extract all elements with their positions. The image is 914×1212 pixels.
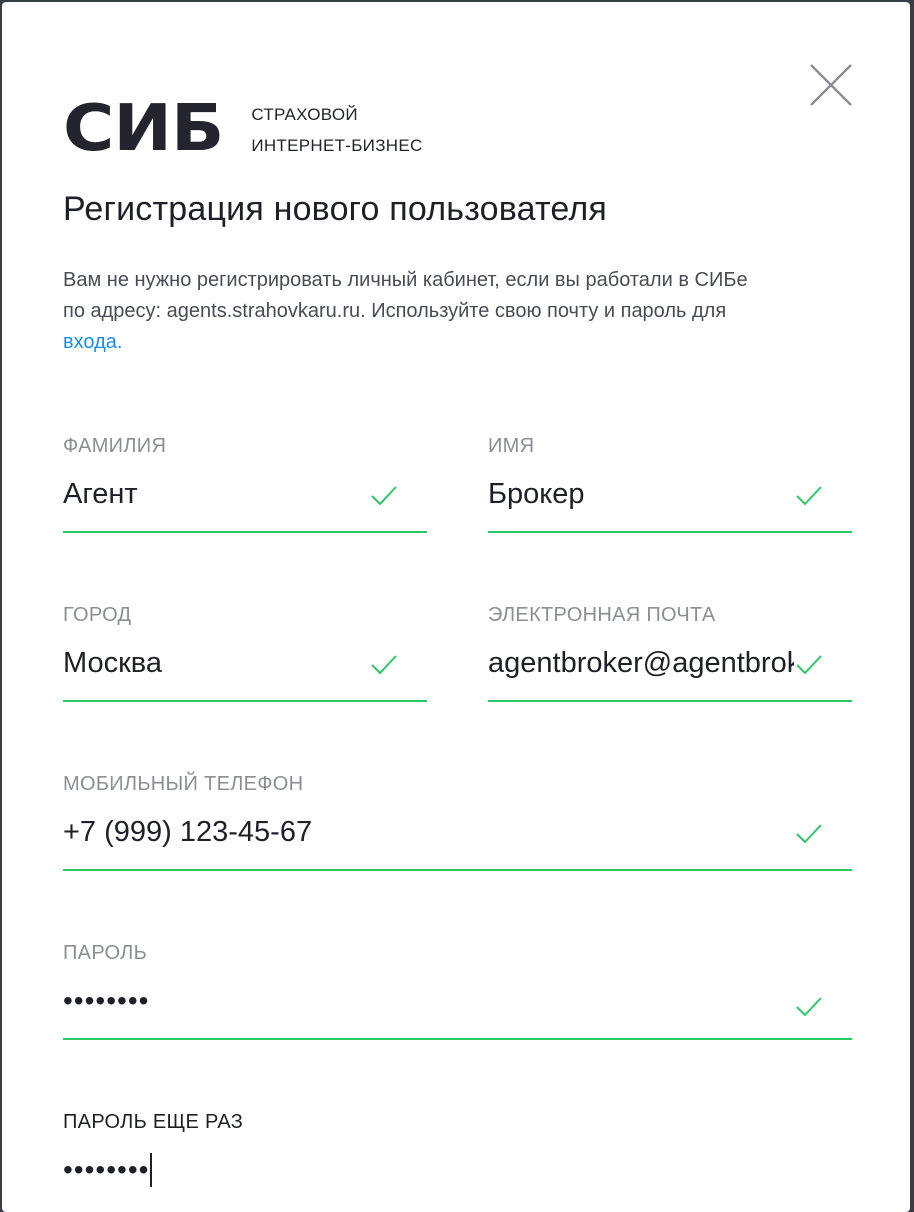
first-name-label: ИМЯ	[488, 435, 535, 457]
city-input[interactable]: Москва	[63, 644, 427, 702]
check-icon	[369, 483, 399, 509]
phone-value: +7 (999) 123-45-67	[63, 816, 313, 848]
password-label: ПАРОЛЬ	[63, 942, 147, 964]
logo-line-2: ИНТЕРНЕТ-БИЗНЕС	[251, 136, 423, 155]
notice-line-2: по адресу: agents.strahovkaru.ru. Исполь…	[63, 300, 727, 322]
text-caret	[150, 1153, 153, 1187]
check-icon	[369, 652, 399, 678]
check-icon	[794, 821, 824, 847]
city-value: Москва	[63, 647, 163, 679]
first-name-value: Брокер	[488, 478, 585, 510]
notice-line-1: Вам не нужно регистрировать личный кабин…	[63, 269, 748, 291]
logo-text: СТРАХОВОЙ ИНТЕРНЕТ-БИЗНЕС	[251, 99, 422, 161]
email-input[interactable]: agentbroker@agentbroker	[488, 644, 852, 702]
notice-text: Вам не нужно регистрировать личный кабин…	[63, 265, 863, 358]
email-value: agentbroker@agentbroker	[488, 647, 794, 679]
email-field: ЭЛЕКТРОННАЯ ПОЧТА agentbroker@agentbroke…	[488, 603, 852, 702]
check-icon	[794, 994, 824, 1020]
logo-mark: СИБ	[63, 90, 224, 166]
password-value: ••••••••	[63, 985, 150, 1016]
phone-label: МОБИЛЬНЫЙ ТЕЛЕФОН	[63, 773, 304, 795]
check-icon	[794, 652, 824, 678]
city-field: ГОРОД Москва	[63, 603, 427, 702]
last-name-value: Агент	[63, 478, 138, 510]
password-repeat-label: ПАРОЛЬ ЕЩЕ РАЗ	[63, 1111, 244, 1133]
email-label: ЭЛЕКТРОННАЯ ПОЧТА	[488, 604, 716, 626]
phone-field: МОБИЛЬНЫЙ ТЕЛЕФОН +7 (999) 123-45-67	[63, 772, 852, 871]
password-field: ПАРОЛЬ ••••••••	[63, 941, 852, 1040]
password-repeat-input[interactable]: ••••••••	[63, 1151, 852, 1207]
logo: СИБ СТРАХОВОЙ ИНТЕРНЕТ-БИЗНЕС	[63, 95, 423, 161]
logo-line-1: СТРАХОВОЙ	[251, 105, 358, 124]
password-repeat-value: ••••••••	[63, 1153, 798, 1190]
last-name-label: ФАМИЛИЯ	[63, 435, 167, 457]
page-title: Регистрация нового пользователя	[63, 190, 607, 228]
registration-modal: СИБ СТРАХОВОЙ ИНТЕРНЕТ-БИЗНЕС Регистраци…	[2, 2, 910, 1212]
password-input[interactable]: ••••••••	[63, 982, 852, 1040]
city-label: ГОРОД	[63, 604, 132, 626]
password-repeat-text: ••••••••	[63, 1154, 150, 1185]
last-name-input[interactable]: Агент	[63, 475, 427, 533]
last-name-field: ФАМИЛИЯ Агент	[63, 434, 427, 533]
first-name-field: ИМЯ Брокер	[488, 434, 852, 533]
check-icon	[794, 483, 824, 509]
phone-input[interactable]: +7 (999) 123-45-67	[63, 813, 852, 871]
close-icon	[810, 64, 852, 106]
close-button[interactable]	[808, 62, 854, 108]
first-name-input[interactable]: Брокер	[488, 475, 852, 533]
password-repeat-field: ПАРОЛЬ ЕЩЕ РАЗ ••••••••	[63, 1110, 852, 1207]
login-link[interactable]: входа.	[63, 331, 122, 353]
